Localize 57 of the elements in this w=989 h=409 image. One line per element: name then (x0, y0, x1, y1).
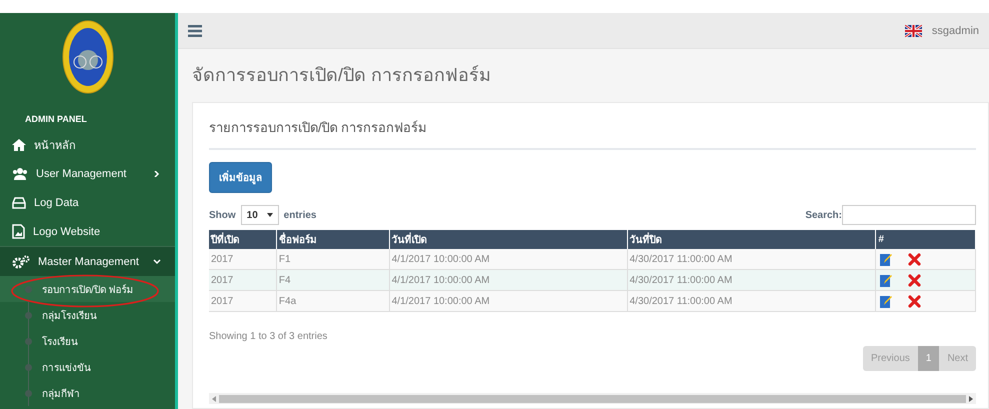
entries-label: entries (284, 210, 316, 220)
edit-icon[interactable] (880, 252, 892, 266)
table-cell: F4 (278, 274, 291, 286)
submenu-item[interactable]: รอบการเปิด/ปิด ฟอร์ม (0, 276, 175, 302)
table-cell: 4/1/2017 10:00:00 AM (392, 254, 490, 264)
search-label: Search: (805, 210, 842, 220)
users-icon (12, 168, 28, 180)
delete-icon[interactable] (908, 294, 922, 308)
scroll-left-icon[interactable] (212, 396, 216, 402)
table-cell: 4/1/2017 10:00:00 AM (392, 296, 490, 306)
table-cell: 2017 (211, 274, 234, 286)
admin-panel-heading: ADMIN PANEL (24, 113, 88, 126)
flag-icon[interactable] (904, 24, 922, 36)
table-cell: 4/30/2017 11:00:00 AM (630, 296, 732, 306)
sidebar-item[interactable]: User Management (0, 159, 175, 188)
table-cell: F1 (278, 254, 291, 264)
show-label: Show (209, 210, 236, 220)
column-header[interactable]: # (876, 230, 976, 249)
table-cell: 4/30/2017 11:00:00 AM (630, 254, 732, 264)
sidebar-item[interactable]: Logo Website (0, 217, 175, 246)
edit-icon[interactable] (880, 294, 892, 308)
page-title: จัดการรอบการเปิด/ปิด การกรอกฟอร์ม (192, 64, 492, 87)
table-cell: 4/1/2017 10:00:00 AM (392, 274, 490, 286)
scroll-right-icon[interactable] (969, 396, 973, 402)
submenu-item[interactable]: กลุ่มกีฬา (0, 380, 175, 406)
table-cell: F4a (278, 296, 296, 306)
username[interactable]: ssgadmin (932, 24, 979, 36)
delete-icon[interactable] (908, 252, 922, 266)
home-icon (12, 138, 26, 150)
search-field[interactable] (842, 205, 976, 225)
sidebar-item[interactable]: Master Management (0, 246, 175, 276)
card-title: รายการรอบการเปิด/ปิด การกรอกฟอร์ม (209, 113, 976, 150)
chevron-icon (153, 170, 161, 176)
drive-icon (12, 196, 26, 208)
edit-icon[interactable] (880, 274, 892, 286)
column-header[interactable]: วันที่เปิด (389, 230, 628, 249)
column-header[interactable]: ปีที่เปิด (209, 230, 276, 249)
gears-icon (12, 254, 30, 268)
table-cell: 2017 (211, 296, 234, 306)
submenu-item[interactable]: กลุ่มโรงเรียน (0, 302, 175, 328)
dropdown-caret-icon (266, 213, 273, 217)
column-header[interactable]: วันที่ปิด (627, 230, 876, 249)
sidebar-item[interactable]: Log Data (0, 188, 175, 217)
scrollbar-thumb[interactable] (219, 394, 966, 402)
entries-info: Showing 1 to 3 of 3 entries (209, 331, 328, 342)
menu-icon[interactable] (188, 24, 202, 36)
chevron-icon (153, 258, 161, 264)
table-cell: 4/30/2017 11:00:00 AM (630, 274, 732, 286)
page-size-select[interactable]: 10 (240, 205, 279, 225)
delete-icon[interactable] (908, 274, 922, 286)
add-button[interactable]: เพิ่มข้อมูล (209, 162, 272, 193)
submenu-item[interactable]: การแข่งขัน (0, 354, 175, 380)
submenu-item[interactable]: โรงเรียน (0, 328, 175, 354)
table-cell: 2017 (211, 254, 234, 264)
column-header[interactable]: ชื่อฟอร์ม (276, 230, 390, 249)
image-file-icon (12, 224, 25, 239)
sidebar-item[interactable]: หน้าหลัก (0, 130, 175, 159)
